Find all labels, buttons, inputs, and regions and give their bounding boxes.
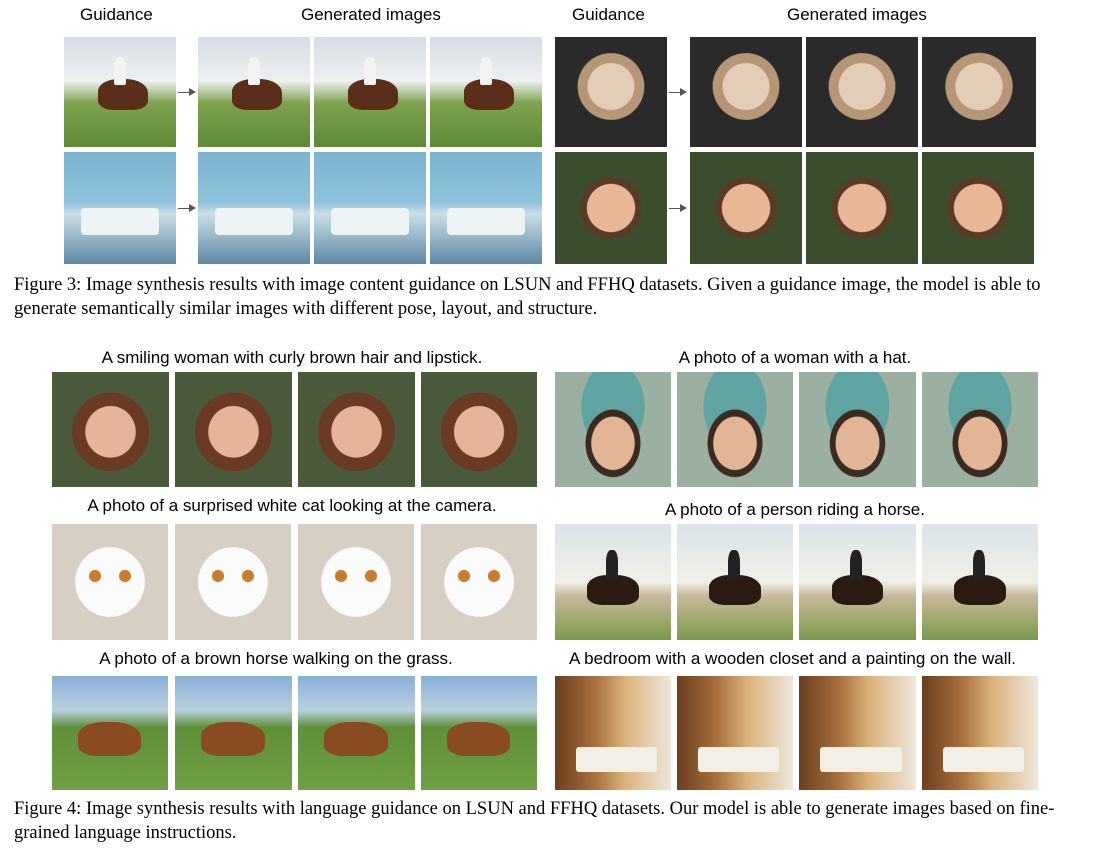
bedroom-generated-image-2	[314, 152, 426, 264]
figure-4-caption: Figure 4: Image synthesis results with l…	[14, 799, 1055, 843]
horse-generated-image-2	[314, 37, 426, 147]
white-cat-image-2	[175, 524, 291, 640]
brown-horse-image-2	[175, 676, 292, 790]
prompt-person-riding-horse: A photo of a person riding a horse.	[665, 500, 925, 519]
bedroom-guidance-image	[64, 152, 176, 264]
bedroom-generated-image-3	[430, 152, 542, 264]
horse-generated-image-3	[430, 37, 542, 147]
prompt-bedroom: A bedroom with a wooden closet and a pai…	[568, 649, 1016, 668]
woman-curly-image-1	[52, 372, 169, 487]
bedroom-generated-image-1	[198, 152, 310, 264]
bedroom-closet-image-2	[677, 676, 793, 790]
paper-figure-page: Guidance Generated images Guidance Gener…	[0, 0, 1095, 849]
woman-hat-image-4	[922, 372, 1038, 487]
arrow-icon	[669, 204, 687, 212]
child-generated-image-3	[922, 152, 1034, 264]
brown-horse-image-1	[52, 676, 168, 790]
horse-generated-image-1	[198, 37, 310, 147]
child-generated-image-2	[806, 152, 918, 264]
person-riding-horse-image-4	[922, 524, 1038, 640]
figure-3-caption: Figure 3: Image synthesis results with i…	[14, 275, 1041, 319]
woman-curly-image-2	[175, 372, 292, 487]
bedroom-closet-image-4	[922, 676, 1038, 790]
fig3-right-guidance-header: Guidance	[572, 5, 645, 24]
prompt-woman-curly-hair: A smiling woman with curly brown hair an…	[101, 348, 483, 367]
arrow-icon	[178, 204, 196, 212]
woman-curly-image-3	[298, 372, 415, 487]
woman-hat-image-1	[555, 372, 671, 487]
fig3-right-generated-header: Generated images	[787, 5, 927, 24]
kitten-generated-image-2	[806, 37, 918, 147]
prompt-brown-horse: A photo of a brown horse walking on the …	[99, 649, 453, 668]
white-cat-image-4	[421, 524, 537, 640]
brown-horse-image-4	[421, 676, 537, 790]
woman-hat-image-2	[677, 372, 793, 487]
fig3-left-guidance-header: Guidance	[80, 5, 153, 24]
horse-guidance-image	[64, 37, 176, 147]
kitten-generated-image-3	[922, 37, 1036, 147]
white-cat-image-3	[298, 524, 414, 640]
child-guidance-image	[555, 152, 667, 264]
person-riding-horse-image-3	[799, 524, 916, 640]
person-riding-horse-image-2	[677, 524, 793, 640]
bedroom-closet-image-1	[555, 676, 671, 790]
woman-hat-image-3	[799, 372, 916, 487]
person-riding-horse-image-1	[555, 524, 671, 640]
arrow-icon	[669, 88, 687, 96]
brown-horse-image-3	[298, 676, 415, 790]
fig3-left-generated-header: Generated images	[301, 5, 441, 24]
white-cat-image-1	[52, 524, 168, 640]
prompt-white-cat: A photo of a surprised white cat looking…	[87, 496, 497, 515]
prompt-woman-hat: A photo of a woman with a hat.	[678, 348, 912, 367]
kitten-guidance-image	[555, 37, 667, 147]
woman-curly-image-4	[421, 372, 537, 487]
arrow-icon	[178, 88, 196, 96]
kitten-generated-image-1	[690, 37, 802, 147]
bedroom-closet-image-3	[799, 676, 916, 790]
child-generated-image-1	[690, 152, 802, 264]
